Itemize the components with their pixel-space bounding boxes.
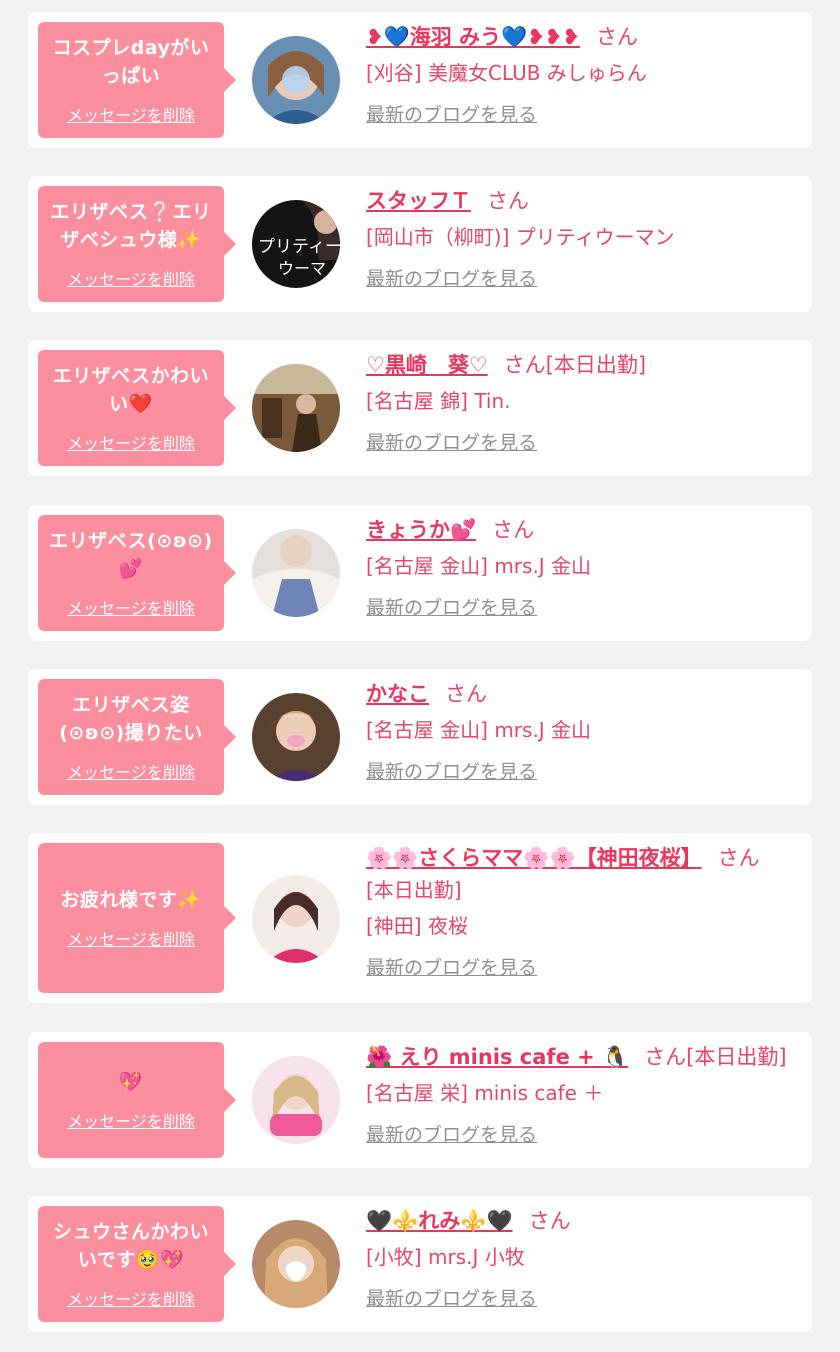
photo-avatar-icon xyxy=(252,36,340,124)
message-text: コスプレdayがい っぱい xyxy=(52,37,210,87)
latest-blog-link[interactable]: 最新のブログを見る xyxy=(366,100,537,127)
photo-avatar-icon xyxy=(252,364,340,452)
favorite-card: エリザベス(⊙ʚ⊙) 💕 メッセージを削除 きょうか💕 さん [名古屋 金山] m… xyxy=(28,505,812,641)
cast-name-link[interactable]: 🌸🌸さくらママ🌸🌸【神田夜桜】 xyxy=(366,846,702,870)
shop-name: [名古屋 金山] mrs.J 金山 xyxy=(366,718,592,742)
avatar[interactable] xyxy=(252,364,340,452)
shop-name: [神田] 夜桜 xyxy=(366,914,468,938)
svg-text:ウーマ: ウーマ xyxy=(278,259,326,278)
delete-message-link[interactable]: メッセージを削除 xyxy=(67,759,195,783)
avatar[interactable] xyxy=(252,693,340,781)
photo-avatar-icon xyxy=(252,1056,340,1144)
message-text: 💖 xyxy=(118,1071,144,1093)
latest-blog-link[interactable]: 最新のブログを見る xyxy=(366,1120,537,1147)
shop-name: [小牧] mrs.J 小牧 xyxy=(366,1245,525,1269)
honorific: さん xyxy=(445,682,487,706)
favorite-card: コスプレdayがい っぱい メッセージを削除 ❥💙海羽 みう💙❥❥❥ さん [刈谷… xyxy=(28,12,812,148)
cast-info: スタッフＴ さん [岡山市（柳町)] プリティウーマン 最新のブログを見る xyxy=(366,186,800,291)
message-bubble: シュウさんかわい いです🥹💖 メッセージを削除 xyxy=(38,1206,236,1322)
delete-message-link[interactable]: メッセージを削除 xyxy=(67,1108,195,1132)
favorite-card: エリザベス姿 (⊙ʚ⊙)撮りたい メッセージを削除 かなこ さん [名古屋 金山]… xyxy=(28,669,812,805)
cast-info: ♡黒崎 葵♡ さん[本日出勤] [名古屋 錦] Tin. 最新のブログを見る xyxy=(366,350,800,455)
avatar[interactable] xyxy=(252,36,340,124)
message-bubble: コスプレdayがい っぱい メッセージを削除 xyxy=(38,22,236,138)
cast-info: 🌸🌸さくらママ🌸🌸【神田夜桜】 さん [本日出勤] [神田] 夜桜 最新のブログを… xyxy=(366,843,800,980)
delete-message-link[interactable]: メッセージを削除 xyxy=(67,430,195,454)
cast-name-link[interactable]: 🌺 えり minis cafe + 🐧 xyxy=(366,1045,628,1069)
logo-text: プリティー xyxy=(258,237,340,257)
message-text: シュウさんかわい いです🥹💖 xyxy=(52,1221,209,1271)
message-bubble: エリザベス姿 (⊙ʚ⊙)撮りたい メッセージを削除 xyxy=(38,679,236,795)
delete-message-link[interactable]: メッセージを削除 xyxy=(67,595,195,619)
attendance-status: [本日出勤] xyxy=(545,353,647,377)
cast-name-link[interactable]: スタッフＴ xyxy=(366,189,471,213)
shop-logo-avatar-icon: プリティー ウーマ xyxy=(252,200,340,288)
photo-avatar-icon xyxy=(252,529,340,617)
cast-info: 🖤⚜️れみ⚜️🖤 さん [小牧] mrs.J 小牧 最新のブログを見る xyxy=(366,1206,800,1311)
attendance-status: [本日出勤] xyxy=(366,878,462,902)
honorific: さん xyxy=(492,518,535,542)
delete-message-link[interactable]: メッセージを削除 xyxy=(67,102,195,126)
attendance-status: [本日出勤] xyxy=(686,1045,787,1069)
message-bubble: お疲れ様です✨ メッセージを削除 xyxy=(38,843,236,993)
message-text: エリザベス(⊙ʚ⊙) 💕 xyxy=(49,530,213,580)
delete-message-link[interactable]: メッセージを削除 xyxy=(67,266,195,290)
message-bubble: エリザベス(⊙ʚ⊙) 💕 メッセージを削除 xyxy=(38,515,236,631)
avatar[interactable] xyxy=(252,875,340,963)
cast-info: かなこ さん [名古屋 金山] mrs.J 金山 最新のブログを見る xyxy=(366,679,800,784)
honorific: さん xyxy=(528,1209,571,1233)
shop-name: [名古屋 栄] minis cafe ＋ xyxy=(366,1081,604,1105)
favorite-card: エリザベス❔エリ ザベシュウ様✨ メッセージを削除 プリティー ウーマ スタッフ… xyxy=(28,176,812,312)
latest-blog-link[interactable]: 最新のブログを見る xyxy=(366,953,537,980)
honorific: さん xyxy=(644,1045,687,1069)
honorific: さん xyxy=(503,353,546,377)
message-bubble: エリザベスかわい い❤️ メッセージを削除 xyxy=(38,350,236,466)
latest-blog-link[interactable]: 最新のブログを見る xyxy=(366,264,537,291)
message-bubble: エリザベス❔エリ ザベシュウ様✨ メッセージを削除 xyxy=(38,186,236,302)
avatar[interactable] xyxy=(252,1056,340,1144)
cast-name-link[interactable]: 🖤⚜️れみ⚜️🖤 xyxy=(366,1209,513,1233)
cast-info: きょうか💕 さん [名古屋 金山] mrs.J 金山 最新のブログを見る xyxy=(366,515,800,620)
latest-blog-link[interactable]: 最新のブログを見る xyxy=(366,757,537,784)
avatar[interactable] xyxy=(252,529,340,617)
photo-avatar-icon xyxy=(252,693,340,781)
latest-blog-link[interactable]: 最新のブログを見る xyxy=(366,1284,537,1311)
photo-avatar-icon xyxy=(252,875,340,963)
shop-name: [名古屋 錦] Tin. xyxy=(366,389,511,413)
message-text: エリザベス❔エリ ザベシュウ様✨ xyxy=(50,201,212,251)
delete-message-link[interactable]: メッセージを削除 xyxy=(67,926,195,950)
cast-name-link[interactable]: きょうか💕 xyxy=(366,518,476,542)
shop-name: [岡山市（柳町)] プリティウーマン xyxy=(366,225,675,249)
cast-info: 🌺 えり minis cafe + 🐧 さん[本日出勤] [名古屋 栄] mini… xyxy=(366,1042,800,1147)
message-text: お疲れ様です✨ xyxy=(60,889,202,911)
delete-message-link[interactable]: メッセージを削除 xyxy=(67,1286,195,1310)
latest-blog-link[interactable]: 最新のブログを見る xyxy=(366,428,537,455)
shop-name: [刈谷] 美魔女CLUB みしゅらん xyxy=(366,61,647,85)
cast-name-link[interactable]: かなこ xyxy=(366,682,429,706)
honorific: さん xyxy=(596,25,638,49)
shop-name: [名古屋 金山] mrs.J 金山 xyxy=(366,554,592,578)
cast-info: ❥💙海羽 みう💙❥❥❥ さん [刈谷] 美魔女CLUB みしゅらん 最新のブログを… xyxy=(366,22,800,127)
message-text: エリザベス姿 (⊙ʚ⊙)撮りたい xyxy=(59,694,203,744)
favorite-card: エリザベスかわい い❤️ メッセージを削除 ♡黒崎 葵♡ さん[本日出勤] [名古… xyxy=(28,340,812,476)
cast-name-link[interactable]: ♡黒崎 葵♡ xyxy=(366,353,488,377)
message-bubble: 💖 メッセージを削除 xyxy=(38,1042,236,1158)
honorific: さん xyxy=(487,189,529,213)
avatar[interactable]: プリティー ウーマ xyxy=(252,200,340,288)
cast-name-link[interactable]: ❥💙海羽 みう💙❥❥❥ xyxy=(366,25,580,49)
favorite-card: シュウさんかわい いです🥹💖 メッセージを削除 🖤⚜️れみ⚜️🖤 さん [小牧] … xyxy=(28,1196,812,1332)
avatar[interactable] xyxy=(252,1220,340,1308)
honorific: さん xyxy=(717,846,760,870)
favorite-card: お疲れ様です✨ メッセージを削除 🌸🌸さくらママ🌸🌸【神田夜桜】 さん [本日出勤… xyxy=(28,833,812,1003)
message-text: エリザベスかわい い❤️ xyxy=(52,365,210,415)
latest-blog-link[interactable]: 最新のブログを見る xyxy=(366,593,537,620)
favorite-card: 💖 メッセージを削除 🌺 えり minis cafe + 🐧 さん[本日出勤] [… xyxy=(28,1032,812,1168)
photo-avatar-icon xyxy=(252,1220,340,1308)
favorites-list: コスプレdayがい っぱい メッセージを削除 ❥💙海羽 みう💙❥❥❥ さん [刈谷… xyxy=(0,0,840,1352)
